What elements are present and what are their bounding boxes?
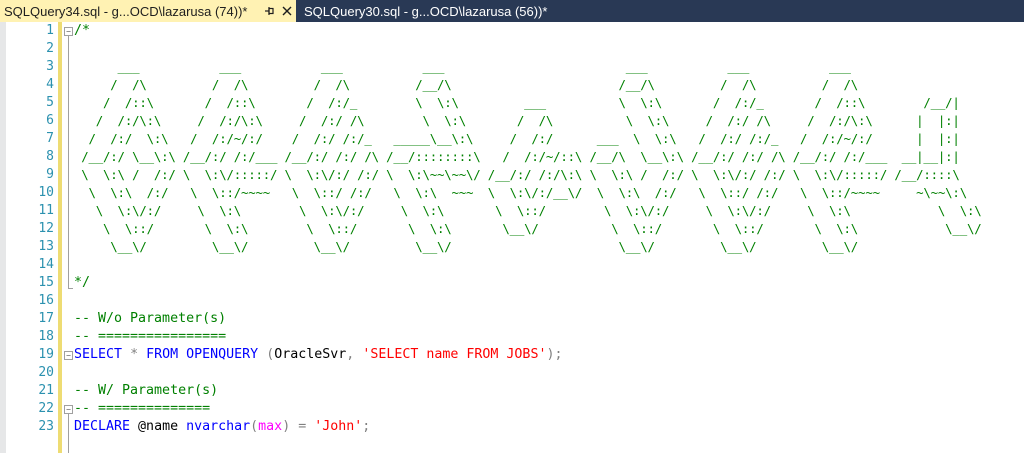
function-token: max xyxy=(258,419,283,434)
code-token: OracleSvr xyxy=(274,347,347,362)
string-token: 'John' xyxy=(314,419,363,434)
code-token: @name xyxy=(130,419,187,434)
ascii-art-comment: /__/:/ \__\:\ /__/:/ /:/___ /__/:/ /:/ /… xyxy=(74,149,960,164)
ascii-art-comment: \ \::/ \ \:\ \ \::/ \ \:\ \__\/ \ \::/ \… xyxy=(74,221,982,236)
sql-editor[interactable]: − − − 1/* 2 3 ___ ___ ___ ___ ___ ___ ___ 4… xyxy=(0,22,1024,453)
tab-sqlquery34[interactable]: SQLQuery34.sql - g...OCD\lazarusa (74))* xyxy=(0,0,296,22)
code-line[interactable]: 21 -- W/ Parameter(s) xyxy=(0,382,1024,400)
line-number: 15 xyxy=(38,275,54,290)
code-text: -- ================ xyxy=(74,329,227,344)
keyword-token: nvarchar xyxy=(186,419,251,434)
code-line[interactable]: 11 \ \:\/:/ \ \:\ \ \:\/:/ \ \:\ \ \::/ … xyxy=(0,202,1024,220)
code-line[interactable]: 16 xyxy=(0,292,1024,310)
code-line[interactable]: 15 */ xyxy=(0,274,1024,292)
code-line[interactable]: 14 xyxy=(0,256,1024,274)
line-number: 1 xyxy=(46,23,54,38)
ascii-art-comment: / /\ / /\ / /\ /__/\ /__/\ / /\ / /\ xyxy=(74,77,859,92)
ascii-art-comment: ___ ___ ___ ___ ___ ___ ___ xyxy=(74,59,851,74)
code-token: ) xyxy=(282,419,291,434)
code-text: */ xyxy=(74,275,91,290)
keyword-token: OPENQUERY xyxy=(186,347,259,362)
code-line[interactable]: 17 -- W/o Parameter(s) xyxy=(0,310,1024,328)
line-number: 20 xyxy=(38,365,54,380)
keyword-token: DECLARE xyxy=(74,419,131,434)
code-token: ); xyxy=(546,347,563,362)
code-line[interactable]: 7 / /:/ \:\ / /:/~/:/ / /:/ /:/_ _____\_… xyxy=(0,130,1024,148)
code-line[interactable]: 23 DECLARE @name nvarchar(max) = 'John'; xyxy=(0,418,1024,436)
code-token: ( xyxy=(250,419,259,434)
code-text: -- W/o Parameter(s) xyxy=(74,311,227,326)
line-number: 14 xyxy=(38,257,54,272)
line-number: 18 xyxy=(38,329,54,344)
tab-title: SQLQuery34.sql - g...OCD\lazarusa (74))* xyxy=(4,3,248,19)
line-number: 8 xyxy=(46,149,54,164)
line-number: 4 xyxy=(46,77,54,92)
keyword-token: FROM xyxy=(146,347,179,362)
code-token: ; xyxy=(362,419,371,434)
code-line[interactable]: 20 xyxy=(0,364,1024,382)
line-number: 19 xyxy=(38,347,54,362)
string-token: 'SELECT name FROM JOBS' xyxy=(362,347,547,362)
code-line[interactable]: 19 SELECT * FROM OPENQUERY (OracleSvr, 'S… xyxy=(0,346,1024,364)
tab-sqlquery30[interactable]: SQLQuery30.sql - g...OCD\lazarusa (56))* xyxy=(298,0,560,22)
line-number: 12 xyxy=(38,221,54,236)
ascii-art-comment: \ \:\ / /:/ \ \:\/:::::/ \ \:\/:/ /:/ \ … xyxy=(74,167,960,182)
code-line[interactable]: 12 \ \::/ \ \:\ \ \::/ \ \:\ \__\/ \ \::… xyxy=(0,220,1024,238)
code-token: * xyxy=(130,347,139,362)
keyword-token: SELECT xyxy=(74,347,123,362)
code-line[interactable]: 2 xyxy=(0,40,1024,58)
code-text: -- W/ Parameter(s) xyxy=(74,383,219,398)
code-line[interactable]: 8 /__/:/ \__\:\ /__/:/ /:/___ /__/:/ /:/… xyxy=(0,148,1024,166)
ascii-art-comment: \ \:\/:/ \ \:\ \ \:\/:/ \ \:\ \ \::/ \ \… xyxy=(74,203,982,218)
code-line[interactable]: 22 -- ============== xyxy=(0,400,1024,418)
ascii-art-comment: / /:/\:\ / /:/\:\ / /:/ /\ \ \:\ / /\ \ … xyxy=(74,113,960,128)
code-line[interactable]: 1 /* xyxy=(0,22,1024,40)
line-number: 10 xyxy=(38,185,54,200)
ascii-art-comment: / /:/ \:\ / /:/~/:/ / /:/ /:/_ _____\__\… xyxy=(74,131,960,146)
code-text: /* xyxy=(74,23,91,38)
line-number: 17 xyxy=(38,311,54,326)
line-number: 6 xyxy=(46,113,54,128)
code-line[interactable]: 10 \ \:\ /:/ \ \::/~~~~ \ \::/ /:/ \ \:\… xyxy=(0,184,1024,202)
ascii-art-comment: / /::\ / /::\ / /:/_ \ \:\ ___ \ \:\ / /… xyxy=(74,95,960,110)
line-number: 21 xyxy=(38,383,54,398)
line-number: 22 xyxy=(38,401,54,416)
line-number: 7 xyxy=(46,131,54,146)
pin-icon[interactable] xyxy=(262,4,276,18)
code-line[interactable]: 4 / /\ / /\ / /\ /__/\ /__/\ / /\ / /\ xyxy=(0,76,1024,94)
ascii-art-comment: \__\/ \__\/ \__\/ \__\/ \__\/ \__\/ \__\… xyxy=(74,239,859,254)
ascii-art-comment: \ \:\ /:/ \ \::/~~~~ \ \::/ /:/ \ \:\ ~~… xyxy=(74,185,968,200)
line-number: 13 xyxy=(38,239,54,254)
document-tab-bar: SQLQuery34.sql - g...OCD\lazarusa (74))*… xyxy=(0,0,1024,22)
code-text: -- ============== xyxy=(74,401,211,416)
code-line[interactable]: 18 -- ================ xyxy=(0,328,1024,346)
code-line[interactable]: 6 / /:/\:\ / /:/\:\ / /:/ /\ \ \:\ / /\ … xyxy=(0,112,1024,130)
code-line[interactable]: 13 \__\/ \__\/ \__\/ \__\/ \__\/ \__\/ \… xyxy=(0,238,1024,256)
line-number: 23 xyxy=(38,419,54,434)
code-text: DECLARE @name nvarchar(max) = 'John'; xyxy=(74,418,370,436)
code-line[interactable]: 5 / /::\ / /::\ / /:/_ \ \:\ ___ \ \:\ /… xyxy=(0,94,1024,112)
close-icon[interactable] xyxy=(280,4,294,18)
line-number: 11 xyxy=(38,203,54,218)
tab-title: SQLQuery30.sql - g...OCD\lazarusa (56))* xyxy=(304,3,548,19)
line-number: 2 xyxy=(46,41,54,56)
code-text: SELECT * FROM OPENQUERY (OracleSvr, 'SEL… xyxy=(74,346,562,364)
line-number: 9 xyxy=(46,167,54,182)
line-number: 16 xyxy=(38,293,54,308)
line-number: 3 xyxy=(46,59,54,74)
code-line[interactable]: 3 ___ ___ ___ ___ ___ ___ ___ xyxy=(0,58,1024,76)
line-number: 5 xyxy=(46,95,54,110)
code-line[interactable]: 9 \ \:\ / /:/ \ \:\/:::::/ \ \:\/:/ /:/ … xyxy=(0,166,1024,184)
